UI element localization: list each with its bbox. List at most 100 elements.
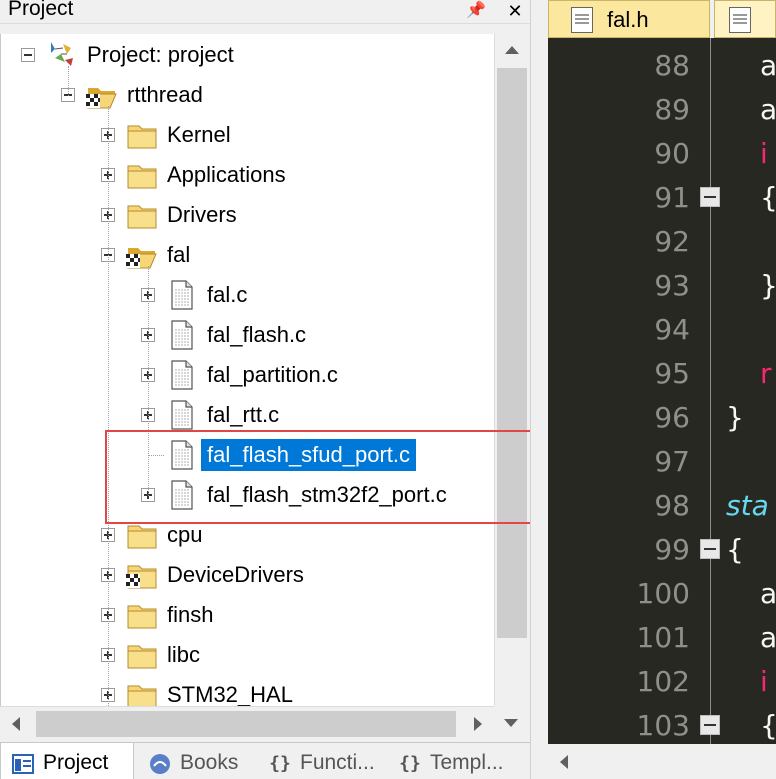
open-folder-icon (125, 238, 159, 272)
code-line[interactable]: 102 i (548, 660, 776, 704)
editor-horizontal-scrollbar[interactable] (548, 744, 776, 779)
tree-item-selected[interactable]: fal_flash_sfud_port.c (1, 436, 494, 472)
bottom-tab-3[interactable]: {} Functi... (258, 743, 384, 779)
fold-collapse-icon[interactable] (700, 187, 720, 207)
tree-item-label: DeviceDrivers (167, 562, 304, 587)
tree-item-label: fal_partition.c (207, 362, 338, 387)
bottom-tab-label: Functi... (300, 751, 375, 774)
source-file-icon (729, 7, 751, 33)
fold-collapse-icon[interactable] (700, 715, 720, 735)
line-number: 98 (654, 489, 690, 522)
tree-item[interactable]: rtthread (1, 76, 494, 112)
editor-tabs: fal.h (548, 0, 776, 38)
tree-item-label: STM32_HAL (167, 682, 293, 706)
line-number: 89 (654, 93, 690, 126)
code-line[interactable]: 100 a (548, 572, 776, 616)
tree-item[interactable]: finsh (1, 596, 494, 632)
bottom-tab-1[interactable]: Project (0, 743, 134, 779)
file-icon (165, 478, 199, 512)
scroll-up-arrow-icon[interactable] (495, 34, 529, 68)
code-line[interactable]: 88 a (548, 44, 776, 88)
project-panel: Project 📌 ✕ Project: project rtthread Kern… (0, 0, 530, 779)
close-button[interactable]: ✕ (502, 0, 528, 22)
folder-icon (125, 638, 159, 672)
code-line[interactable]: 91 { (548, 176, 776, 220)
tree-item[interactable]: fal_flash_stm32f2_port.c (1, 476, 494, 512)
folder-icon (125, 678, 159, 706)
code-line[interactable]: 92 (548, 220, 776, 264)
bottom-tab-4[interactable]: {} Templ... (388, 743, 518, 779)
line-number: 94 (654, 313, 690, 346)
line-number: 97 (654, 445, 690, 478)
editor-tab-fal-h[interactable]: fal.h (548, 0, 710, 38)
horizontal-scrollbar[interactable] (0, 706, 494, 740)
scroll-left-arrow-icon[interactable] (548, 744, 582, 779)
tree-item-label: finsh (167, 602, 214, 627)
code-line[interactable]: 96} (548, 396, 776, 440)
collapse-icon[interactable] (21, 48, 35, 62)
tree-item[interactable]: libc (1, 636, 494, 672)
scroll-right-arrow-icon[interactable] (460, 707, 494, 741)
code-text: { (760, 176, 776, 220)
folder-icon (125, 598, 159, 632)
code-line[interactable]: 89 a (548, 88, 776, 132)
vertical-scrollbar[interactable] (494, 34, 528, 706)
line-number: 91 (654, 181, 690, 214)
tree-connector (108, 106, 109, 706)
tree-item-label: Kernel (167, 122, 231, 147)
bottom-tab-2[interactable]: Books (138, 743, 254, 779)
fold-collapse-icon[interactable] (700, 539, 720, 559)
templates-icon: {} (399, 753, 421, 774)
code-line[interactable]: 98 sta (548, 484, 776, 528)
folder-icon (125, 158, 159, 192)
tree-item[interactable]: STM32_HAL (1, 676, 494, 706)
tree-item[interactable]: Applications (1, 156, 494, 192)
line-number: 90 (654, 137, 690, 170)
code-line[interactable]: 95 r (548, 352, 776, 396)
tree-connector (148, 266, 149, 496)
tree-item[interactable]: Project: project (1, 36, 494, 72)
scroll-left-arrow-icon[interactable] (0, 707, 34, 741)
tree-item-label: fal_flash_sfud_port.c (201, 439, 417, 471)
tree-item[interactable]: Kernel (1, 116, 494, 152)
code-editor: fal.h 88 a 89 a 90 i 91 {92 93} 94 95 r 96} 97 98 sta 99… (548, 0, 776, 779)
tree-item[interactable]: Drivers (1, 196, 494, 232)
code-line[interactable]: 101 a (548, 616, 776, 660)
code-area[interactable]: 88a89a90i91{9293}9495r96}9798sta99{100a1… (548, 38, 776, 744)
code-line[interactable]: 97 (548, 440, 776, 484)
line-number: 95 (654, 357, 690, 390)
horizontal-scroll-thumb[interactable] (36, 711, 456, 737)
tree-item[interactable]: fal (1, 236, 494, 272)
scroll-down-arrow-icon[interactable] (494, 706, 528, 740)
tree-item[interactable]: fal_rtt.c (1, 396, 494, 432)
tree-item[interactable]: cpu (1, 516, 494, 552)
code-line[interactable]: 103 { (548, 704, 776, 744)
folder-icon (125, 518, 159, 552)
tree-item[interactable]: fal.c (1, 276, 494, 312)
tree-item-label: fal_rtt.c (207, 402, 280, 427)
tree-item[interactable]: DeviceDrivers (1, 556, 494, 592)
tree-item-label: Project: project (87, 42, 234, 67)
pane-splitter[interactable] (530, 0, 548, 779)
editor-tab-label: fal.h (607, 7, 649, 32)
tree-item[interactable]: fal_partition.c (1, 356, 494, 392)
code-line[interactable]: 93} (548, 264, 776, 308)
bottom-tab-label: Templ... (430, 751, 504, 774)
pin-icon[interactable]: 📌 (466, 1, 486, 21)
code-line[interactable]: 99 { (548, 528, 776, 572)
file-icon (165, 398, 199, 432)
books-icon (148, 752, 172, 776)
code-text: { (760, 704, 776, 744)
tree-item-label: libc (167, 642, 201, 667)
code-line[interactable]: 94 (548, 308, 776, 352)
tree-item-label: fal (167, 242, 191, 267)
vertical-scroll-thumb[interactable] (497, 68, 527, 638)
panel-bottom-tabs: Project Books {} Functi... {} Templ... (0, 742, 530, 779)
tree-item[interactable]: fal_flash.c (1, 316, 494, 352)
code-line[interactable]: 90 i (548, 132, 776, 176)
line-number: 88 (654, 49, 690, 82)
panel-header: Project 📌 ✕ (0, 0, 530, 24)
project-icon (45, 38, 79, 72)
code-text: a (760, 49, 776, 82)
editor-tab-second[interactable] (714, 0, 776, 38)
